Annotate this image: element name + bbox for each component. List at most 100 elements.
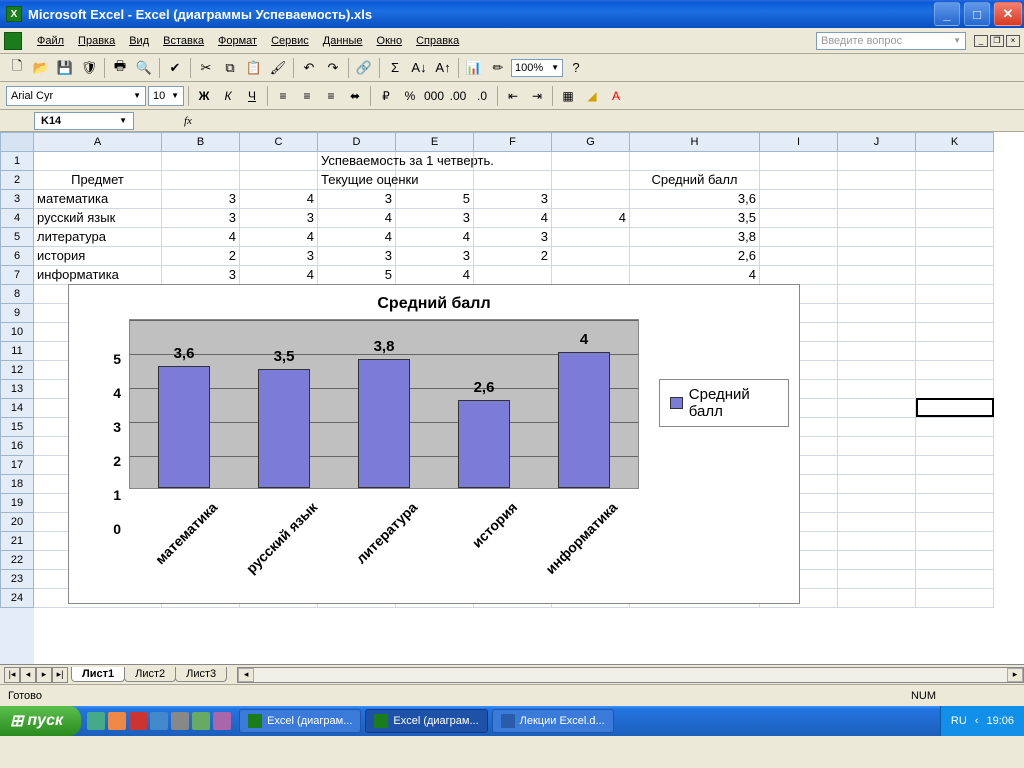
cell[interactable] [760,152,838,171]
taskbar-item[interactable]: Лекции Excel.d... [492,709,614,733]
cell[interactable] [838,418,916,437]
cell[interactable] [838,494,916,513]
ql-icon[interactable] [213,712,231,730]
cell[interactable] [552,190,630,209]
redo-icon[interactable]: ↷ [322,57,344,79]
sort-asc-icon[interactable]: A↓ [408,57,430,79]
cell[interactable]: литература [34,228,162,247]
menu-format[interactable]: Формат [211,32,264,50]
cell[interactable]: 4 [552,209,630,228]
cell[interactable]: 3 [396,209,474,228]
cell[interactable] [552,266,630,285]
spreadsheet-grid[interactable]: 123456789101112131415161718192021222324 … [0,132,1024,664]
cell[interactable] [916,589,994,608]
cell[interactable] [838,228,916,247]
row-header[interactable]: 23 [0,570,34,589]
doc-minimize-button[interactable]: _ [974,35,988,47]
cell[interactable]: 3,6 [630,190,760,209]
cell[interactable] [916,380,994,399]
cell[interactable]: русский язык [34,209,162,228]
paste-icon[interactable]: 📋 [243,57,265,79]
cell[interactable]: 4 [318,209,396,228]
col-header-B[interactable]: B [162,132,240,152]
cell[interactable] [916,152,994,171]
sheet-tab-2[interactable]: Лист2 [124,667,176,682]
cell[interactable] [630,152,760,171]
decrease-indent-icon[interactable]: ⇤ [502,85,524,107]
row-header[interactable]: 24 [0,589,34,608]
cell[interactable]: 4 [318,228,396,247]
cell[interactable] [838,304,916,323]
cell[interactable] [162,152,240,171]
cell[interactable]: 3 [396,247,474,266]
cell[interactable] [760,209,838,228]
ql-icon[interactable] [150,712,168,730]
cell[interactable] [916,513,994,532]
cut-icon[interactable]: ✂ [195,57,217,79]
row-header[interactable]: 5 [0,228,34,247]
taskbar-item[interactable]: Excel (диаграм... [239,709,361,733]
align-right-icon[interactable]: ≡ [320,85,342,107]
cell[interactable] [760,171,838,190]
cell[interactable] [838,152,916,171]
cell[interactable]: 4 [630,266,760,285]
cell[interactable] [760,190,838,209]
cell[interactable]: 3 [162,190,240,209]
font-color-icon[interactable]: A [605,85,627,107]
format-painter-icon[interactable]: 🖌 [267,57,289,79]
cell[interactable]: 3 [240,209,318,228]
cell[interactable] [838,380,916,399]
ql-icon[interactable] [87,712,105,730]
minimize-button[interactable]: _ [934,2,960,26]
cell[interactable] [916,570,994,589]
row-header[interactable]: 6 [0,247,34,266]
cell[interactable]: 3 [318,190,396,209]
tab-nav-next-icon[interactable]: ▸ [36,667,52,683]
cell[interactable] [34,152,162,171]
cell[interactable] [916,171,994,190]
cell[interactable] [838,247,916,266]
cell[interactable] [916,494,994,513]
row-header[interactable]: 11 [0,342,34,361]
cell[interactable]: 2 [162,247,240,266]
ql-icon[interactable] [108,712,126,730]
cell[interactable] [240,171,318,190]
cell[interactable]: математика [34,190,162,209]
cell[interactable]: 4 [396,228,474,247]
cell[interactable] [474,152,552,171]
cell[interactable] [916,475,994,494]
chart-wizard-icon[interactable]: 📊 [463,57,485,79]
borders-icon[interactable]: ▦ [557,85,579,107]
copy-icon[interactable]: ⧉ [219,57,241,79]
scroll-right-icon[interactable]: ▸ [1007,668,1023,682]
row-header[interactable]: 3 [0,190,34,209]
tab-nav-prev-icon[interactable]: ◂ [20,667,36,683]
ql-icon[interactable] [129,712,147,730]
row-header[interactable]: 14 [0,399,34,418]
cell[interactable] [838,190,916,209]
embedded-chart[interactable]: Средний балл 5 4 3 2 1 0 [68,284,800,604]
col-header-H[interactable]: H [630,132,760,152]
cell[interactable] [916,323,994,342]
menu-edit[interactable]: Правка [71,32,122,50]
drawing-icon[interactable]: ✏ [487,57,509,79]
cell[interactable]: 4 [240,266,318,285]
cell[interactable]: 3 [240,247,318,266]
cell[interactable]: Успеваемость за 1 четверть. [318,152,396,171]
cell[interactable] [552,228,630,247]
cell[interactable]: история [34,247,162,266]
bold-button[interactable]: Ж [193,85,215,107]
cell[interactable]: 2,6 [630,247,760,266]
menu-data[interactable]: Данные [316,32,370,50]
col-header-G[interactable]: G [552,132,630,152]
cell[interactable]: 4 [240,190,318,209]
tab-nav-first-icon[interactable]: |◂ [4,667,20,683]
cell[interactable] [916,247,994,266]
col-header-A[interactable]: A [34,132,162,152]
row-header[interactable]: 19 [0,494,34,513]
row-header[interactable]: 21 [0,532,34,551]
col-header-I[interactable]: I [760,132,838,152]
cell[interactable]: 3 [474,228,552,247]
cell[interactable]: 3 [318,247,396,266]
cell[interactable] [838,589,916,608]
